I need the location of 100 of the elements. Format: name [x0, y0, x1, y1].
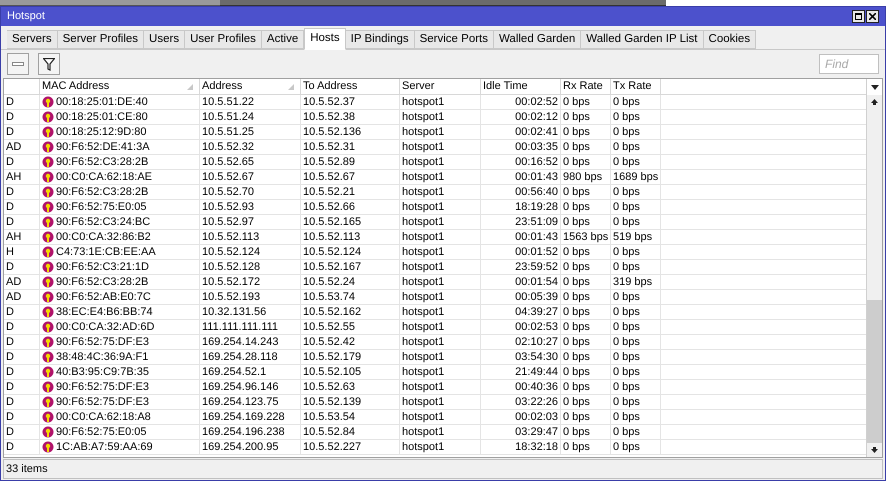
table-cell-text: 90:F6:52:DE:41:3A: [56, 140, 150, 155]
table-cell-text: 10.5.52.21: [303, 184, 355, 200]
host-icon: [42, 216, 54, 228]
table-row[interactable]: D 90:F6:52:C3:21:1D 10.5.52.128 10.5.52.167 hotspot1 23:59:52 0 bps 0 bps: [4, 260, 866, 275]
table-cell-text: 10.5.52.37: [303, 94, 355, 110]
tab[interactable]: Hosts: [304, 28, 346, 50]
table-row[interactable]: D 00:18:25:01:DE:40 10.5.51.22 10.5.52.37 hotspot1 00:02:52 0 bps 0 bps: [4, 95, 866, 110]
tab[interactable]: Active: [262, 30, 304, 49]
table-cell-text: 0 bps: [613, 424, 640, 440]
table-row[interactable]: D 90:F6:52:C3:28:2B 10.5.52.70 10.5.52.21 hotspot1 00:56:40 0 bps 0 bps: [4, 185, 866, 200]
table-cell-text: hotspot1: [402, 244, 444, 260]
column-header[interactable]: Server: [400, 79, 481, 94]
table-cell-text: D: [6, 440, 14, 455]
table-cell-text: 0 bps: [563, 334, 590, 350]
table-cell-text: 0 bps: [563, 320, 590, 335]
table-cell-text: 00:02:03: [515, 410, 558, 425]
table-cell-text: 0 bps: [613, 200, 640, 215]
column-header[interactable]: To Address: [301, 79, 400, 94]
tab[interactable]: Cookies: [704, 30, 756, 49]
table-cell-text: 90:F6:52:C3:28:2B: [56, 154, 148, 170]
table-cell-text: 0 bps: [613, 244, 640, 260]
table-cell-text: 10.5.51.22: [202, 94, 254, 110]
host-icon: [42, 261, 54, 273]
table-row[interactable]: D 90:F6:52:C3:28:2B 10.5.52.65 10.5.52.89 hotspot1 00:16:52 0 bps 0 bps: [4, 155, 866, 170]
table-row[interactable]: AD 90:F6:52:AB:E0:7C 10.5.52.193 10.5.53.74 hotspot1 00:05:39 0 bps 0 bps: [4, 290, 866, 305]
table-row[interactable]: D 00:18:25:01:CE:80 10.5.51.24 10.5.52.38 hotspot1 00:02:12 0 bps 0 bps: [4, 110, 866, 125]
table-row[interactable]: AD 90:F6:52:C3:28:2B 10.5.52.172 10.5.52.24 hotspot1 00:01:54 0 bps 319 bps: [4, 275, 866, 290]
maximize-button[interactable]: [852, 10, 865, 23]
sort-menu-icon: [870, 84, 878, 90]
table-cell-text: 0 bps: [563, 350, 590, 365]
table-cell-text: 0 bps: [563, 184, 590, 200]
table-row[interactable]: D 00:C0:CA:62:18:A8 169.254.169.228 10.5.53.54 hotspot1 00:02:03 0 bps 0 bps: [4, 410, 866, 425]
scrollbar[interactable]: [866, 79, 882, 457]
table-cell-text: 38:EC:E4:B6:BB:74: [56, 304, 153, 320]
table-cell-text: 0 bps: [613, 140, 640, 155]
table-cell-text: 10.5.51.25: [202, 124, 254, 140]
table-row[interactable]: D 40:B3:95:C9:7B:35 169.254.52.1 10.5.52.105 hotspot1 21:49:44 0 bps 0 bps: [4, 365, 866, 380]
column-header[interactable]: Tx Rate: [611, 79, 661, 94]
table-cell-text: AD: [6, 140, 22, 155]
table-cell-text: 0 bps: [613, 394, 640, 410]
filter-button[interactable]: [38, 53, 60, 75]
table-row[interactable]: D 90:F6:52:75:E0:05 10.5.52.93 10.5.52.66 hotspot1 18:19:28 0 bps 0 bps: [4, 200, 866, 215]
table-cell-text: hotspot1: [402, 304, 444, 320]
table-cell-text: 0 bps: [563, 200, 590, 215]
table-row[interactable]: D 00:C0:CA:32:AD:6D 111.111.111.111 10.5.52.55 hotspot1 00:02:53 0 bps 0 bps: [4, 320, 866, 335]
table-row[interactable]: D 38:48:4C:36:9A:F1 169.254.28.118 10.5.52.179 hotspot1 03:54:30 0 bps 0 bps: [4, 350, 866, 365]
table-cell-text: 23:59:52: [515, 260, 558, 275]
host-icon: [42, 156, 54, 168]
host-icon: [42, 321, 54, 333]
minus-icon: [12, 62, 24, 66]
table-row[interactable]: D 38:EC:E4:B6:BB:74 10.32.131.56 10.5.52.162 hotspot1 04:39:27 0 bps 0 bps: [4, 305, 866, 320]
table-cell-text: 980 bps: [563, 170, 602, 185]
close-button[interactable]: [866, 10, 879, 23]
tab[interactable]: Servers: [7, 30, 58, 49]
tab[interactable]: User Profiles: [185, 30, 262, 49]
table-cell-text: D: [6, 214, 14, 230]
table-cell-text: 03:54:30: [515, 350, 558, 365]
table-cell-text: 0 bps: [613, 124, 640, 140]
table-row[interactable]: D 90:F6:52:75:DF:E3 169.254.14.243 10.5.52.42 hotspot1 02:10:27 0 bps 0 bps: [4, 335, 866, 350]
table-cell-text: 18:19:28: [515, 200, 558, 215]
tab[interactable]: IP Bindings: [346, 30, 415, 49]
table-cell-text: D: [6, 304, 14, 320]
table-cell-text: 38:48:4C:36:9A:F1: [56, 350, 148, 365]
table-cell-text: 00:02:53: [515, 320, 558, 335]
host-icon: [42, 306, 54, 318]
table-cell-text: 0 bps: [613, 440, 640, 455]
table-cell-text: hotspot1: [402, 110, 444, 125]
table-row[interactable]: D 90:F6:52:75:DF:E3 169.254.96.146 10.5.52.63 hotspot1 00:40:36 0 bps 0 bps: [4, 380, 866, 395]
table-row[interactable]: D 90:F6:52:75:E0:05 169.254.196.238 10.5.52.84 hotspot1 03:29:47 0 bps 0 bps: [4, 425, 866, 440]
table-cell-text: D: [6, 94, 14, 110]
column-header[interactable]: Rx Rate: [561, 79, 611, 94]
find-field[interactable]: Find: [819, 54, 879, 74]
tab[interactable]: Walled Garden: [494, 30, 582, 49]
scroll-thumb[interactable]: [867, 300, 882, 443]
table-row[interactable]: D 90:F6:52:75:DF:E3 169.254.123.75 10.5.52.139 hotspot1 03:22:26 0 bps 0 bps: [4, 395, 866, 410]
table-row[interactable]: AH 00:C0:CA:32:86:B2 10.5.52.113 10.5.52.113 hotspot1 00:01:43 1563 bps 519 bps: [4, 230, 866, 245]
column-header[interactable]: Idle Time: [481, 79, 561, 94]
table-row[interactable]: D 1C:AB:A7:59:AA:69 169.254.200.95 10.5.52.227 hotspot1 18:32:18 0 bps 0 bps: [4, 440, 866, 455]
table-cell-text: hotspot1: [402, 124, 444, 140]
table-row[interactable]: AD 90:F6:52:DE:41:3A 10.5.52.32 10.5.52.31 hotspot1 00:03:35 0 bps 0 bps: [4, 140, 866, 155]
tab[interactable]: Service Ports: [414, 30, 494, 49]
table-cell-text: D: [6, 154, 14, 170]
column-header[interactable]: Address: [200, 79, 301, 94]
tab[interactable]: Walled Garden IP List: [581, 30, 704, 49]
table-cell-text: D: [6, 380, 14, 395]
table-cell-text: hotspot1: [402, 274, 444, 290]
table-cell-text: 90:F6:52:75:E0:05: [56, 200, 147, 215]
table-cell-text: 00:02:41: [515, 124, 558, 140]
column-header[interactable]: MAC Address: [40, 79, 200, 94]
table-row[interactable]: D 90:F6:52:C3:24:BC 10.5.52.97 10.5.52.165 hotspot1 23:51:09 0 bps 0 bps: [4, 215, 866, 230]
tab[interactable]: Server Profiles: [58, 30, 144, 49]
table-row[interactable]: H C4:73:1E:CB:EE:AA 10.5.52.124 10.5.52.124 hotspot1 00:01:52 0 bps 0 bps: [4, 245, 866, 260]
table-row[interactable]: AH 00:C0:CA:62:18:AE 10.5.52.67 10.5.52.67 hotspot1 00:01:43 980 bps 1689 bps: [4, 170, 866, 185]
remove-button[interactable]: [7, 53, 29, 75]
table-cell-text: hotspot1: [402, 94, 444, 110]
table-row[interactable]: D 00:18:25:12:9D:80 10.5.51.25 10.5.52.136 hotspot1 00:02:41 0 bps 0 bps: [4, 125, 866, 140]
table-cell-text: 10.5.52.38: [303, 110, 355, 125]
tab[interactable]: Users: [144, 30, 186, 49]
table-cell-text: 10.5.52.84: [303, 424, 355, 440]
table-cell-text: 18:32:18: [515, 440, 558, 455]
